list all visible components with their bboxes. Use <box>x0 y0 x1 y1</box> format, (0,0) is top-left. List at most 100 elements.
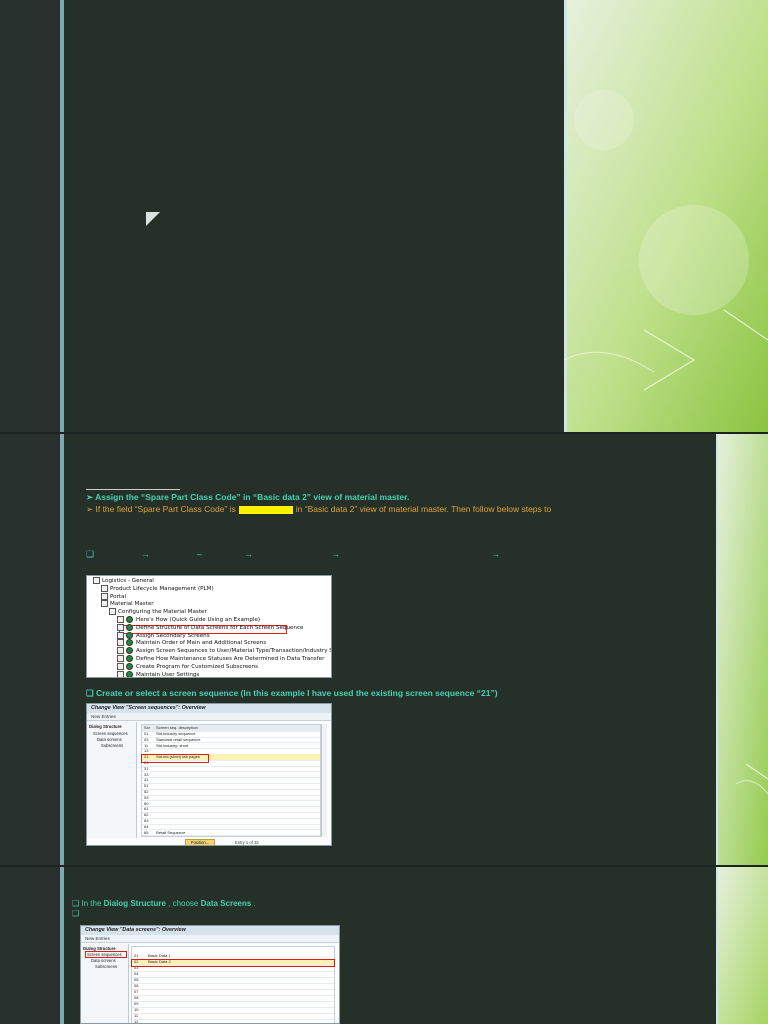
tree-node-label: Define How Maintenance Statuses Are Dete… <box>136 656 325 662</box>
cell-number: 06 <box>134 983 139 988</box>
cell-description: Std.industry: short <box>156 742 189 748</box>
position-button[interactable]: Position... <box>185 839 215 845</box>
bullet-assign: ➢ Assign the “Spare Part Class Code” in … <box>86 492 410 502</box>
cell-scr: 11 <box>144 742 149 748</box>
step3-end: . <box>253 899 256 908</box>
document-icon <box>117 616 124 623</box>
tree-node-label: Product Lifecycle Management (PLM) <box>110 585 214 592</box>
cell-number: 12 <box>134 1019 139 1024</box>
cell-scr: 64 <box>144 823 149 829</box>
sap2-toolbar: New Entries <box>81 935 339 943</box>
entry-count: Entry 1 of 32 <box>235 840 259 845</box>
execute-clock-icon[interactable] <box>126 616 133 623</box>
scrollbar[interactable] <box>321 724 327 837</box>
cell-scr: 01 <box>144 731 149 736</box>
cell-scr: 53 <box>144 794 149 800</box>
accent-bar <box>60 434 64 865</box>
step3-pre: ❑ In the <box>72 899 102 908</box>
tree-node[interactable]: Maintain User Settings <box>117 670 200 678</box>
dialog2-item-subscreens: Subscreens <box>95 964 118 969</box>
step3-mid: , choose <box>168 899 199 908</box>
cell-description: Retail Sequence <box>156 829 186 835</box>
dialog-item-subscreens: Subscreens <box>101 743 124 748</box>
bullet-if-field: ➢ If the field “Spare Part Class Code” i… <box>86 504 551 515</box>
arrow-icon-4: → <box>491 549 500 559</box>
document-icon <box>117 655 124 662</box>
cell-scr: 51 <box>144 783 149 789</box>
tree-node-label: Create Program for Customized Subscreens <box>136 663 259 670</box>
checkbox-icon: ❑ <box>86 549 95 559</box>
checkbox-icon-2: ❑ <box>72 909 80 918</box>
cell-scr: 13 <box>144 748 149 754</box>
cell-number: 04 <box>134 971 139 976</box>
cell-number: 10 <box>134 1007 139 1012</box>
document-icon <box>109 608 116 616</box>
cell-number: 09 <box>134 1001 139 1006</box>
cell-scr: 61 <box>144 806 149 812</box>
data-screens-table: 01 Basic Data 1 02 Basic Data 2 03 04 05 06 07 08… <box>131 946 335 1024</box>
highlight-basic-data-2 <box>131 959 335 967</box>
screen-sequence-table: Scr Screen seq. description 01 Std.indust… <box>141 724 321 837</box>
step-choose-data-screens: ❑ In the Dialog Structure , choose Data … <box>72 899 256 908</box>
triangle-marker-icon <box>146 212 160 226</box>
cell-number: 01 <box>134 953 139 958</box>
highlight-data-screens-node <box>85 951 127 958</box>
table-row[interactable]: 65 Retail Sequence <box>142 830 320 837</box>
cell-scr: 33 <box>144 771 149 777</box>
step3-dialog-structure: Dialog Structure <box>103 899 166 908</box>
dialog2-item-data-screens: Data screens <box>91 958 116 963</box>
cell-scr: 52 <box>144 789 149 794</box>
cell-description: Std.industry sequence <box>156 731 196 736</box>
tree-node-label: Configuring the Material Master <box>118 609 207 616</box>
cell-scr: 65 <box>144 829 149 835</box>
arrow-icon-3: → <box>331 549 340 559</box>
yellow-highlight-box <box>238 505 293 514</box>
document-icon <box>93 577 100 584</box>
step3-data-screens: Data Screens <box>200 899 252 908</box>
green-gradient-panel <box>564 0 768 432</box>
execute-clock-icon[interactable] <box>126 631 133 639</box>
sap-title: Change View "Screen sequences": Overview <box>87 704 331 713</box>
cell-number: 08 <box>134 995 139 1000</box>
document-icon <box>101 600 108 608</box>
cell-scr: 31 <box>144 765 149 771</box>
col-header-description: Screen seq. description <box>156 725 198 730</box>
img-screen-sequences: Change View "Screen sequences": Overview… <box>86 703 332 846</box>
step-create-sequence: ❑ Create or select a screen sequence (In… <box>86 688 498 698</box>
cell-scr: 62 <box>144 812 149 818</box>
cell-scr: 03 <box>144 736 149 742</box>
cell-number: 07 <box>134 989 139 994</box>
cell-scr: 60 <box>144 800 149 806</box>
tree-node-label: Define Structure of Data Screens for Eac… <box>136 624 304 631</box>
execute-clock-icon[interactable] <box>126 623 133 631</box>
execute-clock-icon[interactable] <box>126 655 133 662</box>
accent-bar <box>60 0 64 432</box>
cell-number: 11 <box>134 1013 139 1018</box>
execute-clock-icon[interactable] <box>126 670 133 677</box>
dialog-title: Dialog Structure <box>89 724 122 729</box>
sap2-title: Change View "Data screens": Overview <box>81 926 339 935</box>
tree-node-label: Maintain User Settings <box>136 671 200 678</box>
execute-clock-icon[interactable] <box>126 662 133 670</box>
cell-description: Basic Data 1 <box>148 953 171 958</box>
bullet-if-field-post: in “Basic data 2” view of material maste… <box>295 504 552 514</box>
green-gradient-panel <box>716 434 768 865</box>
document-icon <box>117 623 124 631</box>
document-icon <box>117 647 124 655</box>
table-row[interactable]: 12 <box>132 1019 334 1024</box>
dialog-item-data-screens: Data screens <box>97 737 122 742</box>
tree-node-label: Assign Screen Sequences to User/Material… <box>136 648 332 655</box>
document-icon <box>117 631 124 639</box>
arrow-icon-2: → <box>244 549 253 559</box>
cell-description: Standard retail sequence <box>156 736 201 742</box>
arrow-icon-1: → <box>141 549 150 559</box>
tree-node-label: Portal <box>110 593 127 600</box>
cell-scr: 63 <box>144 818 149 823</box>
document-icon <box>101 584 108 592</box>
tree-node-label: Maintain Order of Main and Additional Sc… <box>136 640 267 647</box>
execute-clock-icon[interactable] <box>126 647 133 655</box>
slide-1 <box>0 0 768 432</box>
dialog-item-screen-sequences: Screen sequences <box>93 731 128 736</box>
sap-toolbar: New Entries <box>87 713 331 721</box>
execute-clock-icon[interactable] <box>126 639 133 647</box>
